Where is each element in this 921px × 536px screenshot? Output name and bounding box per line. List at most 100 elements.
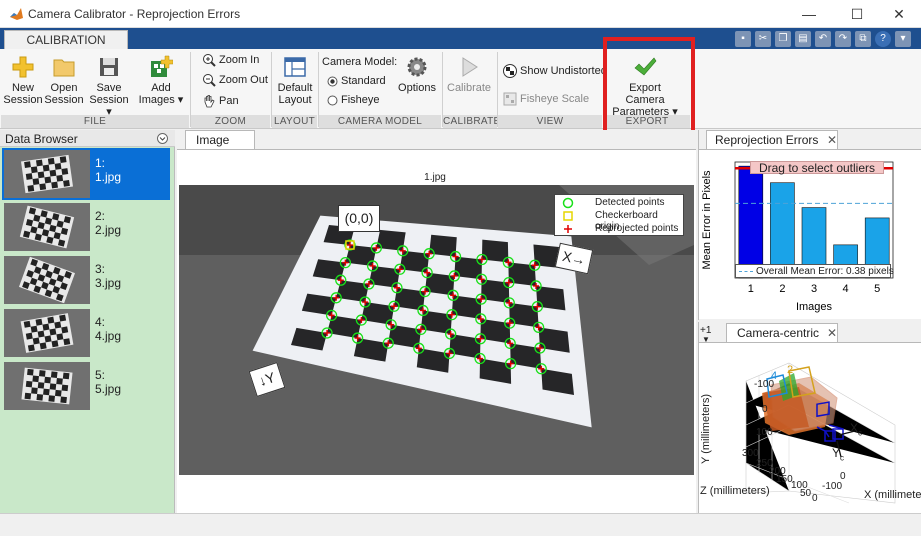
thumbnail-filename: 2.jpg [95,223,122,237]
zoom-in-icon [203,54,216,67]
tab-calibration[interactable]: CALIBRATION [4,30,128,50]
panel-menu-icon[interactable] [157,133,168,144]
z-tick-label: 50 [800,488,812,499]
thumbnail-item[interactable]: 5: 5.jpg [2,360,170,412]
thumbnail-number: 5: [95,368,106,382]
thumbnail-item[interactable]: 1: 1.jpg [2,148,170,200]
data-browser-header: Data Browser [0,130,175,147]
thumbnail-image [4,256,90,304]
fisheye-scale-button[interactable]: Fisheye Scale [503,92,589,106]
image-legend: Detected points Checkerboard origin Repr… [554,194,684,236]
maximize-button[interactable]: ☐ [834,0,880,28]
new-session-button[interactable]: New Session [3,55,43,106]
radio-unselected-icon [327,95,338,106]
switch-windows-icon[interactable]: ⧉ [855,31,871,47]
pan-button[interactable]: Pan [202,94,239,108]
thumbnail-number: 4: [95,315,106,329]
thumbnail-item[interactable]: 3: 3.jpg [2,254,170,306]
calibrate-button[interactable]: Calibrate [447,55,491,94]
window-title: Camera Calibrator - Reprojection Errors [28,7,241,21]
camera-x-axis-label: X (millimeters) [864,489,921,501]
thumbnail-image [4,150,90,198]
x-tick-label: 3 [811,283,817,295]
add-images-label-2: Images ▾ [138,94,184,106]
legend-detected: Detected points [595,197,665,208]
redo-quick-icon[interactable]: ↷ [835,31,851,47]
x-tick-label: 2 [779,283,785,295]
default-layout-button[interactable]: Default Layout [275,55,315,106]
default-layout-label-2: Layout [278,94,312,106]
reprojection-errors-chart[interactable]: 1 2 3 4 5 Images Mean Error in Pixels [699,150,921,320]
mean-error-legend: Overall Mean Error: 0.38 pixels [735,264,894,278]
camera-yc-label: Yc [832,446,844,462]
gear-icon [407,57,427,77]
calibrate-label: Calibrate [447,82,492,94]
options-button[interactable]: Options [396,55,438,94]
open-session-label-2: Session [44,94,84,106]
x-tick-label: -100 [822,481,843,492]
view-section-label: VIEW [498,115,602,128]
origin-label: (0,0) [338,205,380,232]
save-session-label: Save [96,82,122,94]
checker-square [536,285,566,311]
default-layout-label: Default [277,82,313,94]
xc-text: X [850,421,859,435]
checker-square [509,302,539,328]
play-icon [462,57,478,77]
zoom-out-label: Zoom Out [219,73,268,86]
xc-subscript: c [858,428,863,438]
fisheye-radio[interactable]: Fisheye [327,94,380,106]
zoom-in-label: Zoom In [219,53,260,66]
thumbnail-item[interactable]: 2: 2.jpg [2,201,170,253]
y-axis-title: Mean Error in Pixels [701,170,713,270]
close-tab-icon[interactable]: ✕ [827,324,837,342]
y-tick-label: 0 [762,404,768,415]
reprojection-tab-label: Reprojection Errors [715,133,819,147]
tab-reprojection-errors[interactable]: Reprojection Errors ✕ [706,130,838,149]
radio-selected-icon [327,76,338,87]
data-browser-title: Data Browser [5,132,78,146]
add-images-icon [151,55,173,77]
image-title: 1.jpg [424,172,446,183]
close-button[interactable]: ✕ [876,0,921,28]
standard-radio[interactable]: Standard [327,75,386,87]
copy-quick-icon[interactable]: ❐ [775,31,791,47]
close-tab-icon[interactable]: ✕ [827,131,837,149]
calibrate-section-label: CALIBRATE [443,115,501,128]
zoom-out-button[interactable]: Zoom Out [202,73,268,87]
help-icon[interactable]: ? [875,31,891,47]
thumbnail-number: 2: [95,209,106,223]
cut-quick-icon[interactable]: ✂ [755,31,771,47]
yc-subscript: c [840,453,845,463]
hand-icon [204,95,215,108]
save-quick-icon[interactable]: ▪ [735,31,751,47]
zoom-in-button[interactable]: Zoom In [202,53,259,67]
thumbnail-image [4,309,90,357]
open-session-label: Open [50,82,78,94]
pan-label: Pan [219,94,239,107]
add-images-button[interactable]: Add Images ▾ [138,55,184,106]
thumbnail-item[interactable]: 4: 4.jpg [2,307,170,359]
thumbnail-filename: 3.jpg [95,276,122,290]
help-dropdown-icon[interactable]: ▾ [895,31,911,47]
zoom-out-icon [203,74,216,87]
thumbnail-number: 1: [95,156,106,170]
undo-quick-icon[interactable]: ↶ [815,31,831,47]
mean-error-label: Overall Mean Error: 0.38 pixels [756,266,894,277]
z-tick-label: 0 [812,493,818,504]
new-session-label: New [11,82,34,94]
fisheye-scale-label: Fisheye Scale [520,92,590,105]
camera-z-axis-label: Z (millimeters) [700,485,770,497]
show-undistorted-button[interactable]: Show Undistorted [503,64,607,78]
layout-section-label: LAYOUT [272,115,317,128]
save-session-button[interactable]: Save Session ▾ [86,55,132,118]
tab-image[interactable]: Image [185,130,255,149]
minimize-button[interactable]: — [786,0,832,28]
camera-xc-label: Xc [850,421,862,437]
thumbnail-label: 4: 4.jpg [95,315,121,343]
status-bar [0,513,921,536]
paste-quick-icon[interactable]: ▤ [795,31,811,47]
tab-camera-centric[interactable]: Camera-centric ✕ [726,323,838,342]
thumbnail-number: 3: [95,262,106,276]
open-session-button[interactable]: Open Session [44,55,84,106]
